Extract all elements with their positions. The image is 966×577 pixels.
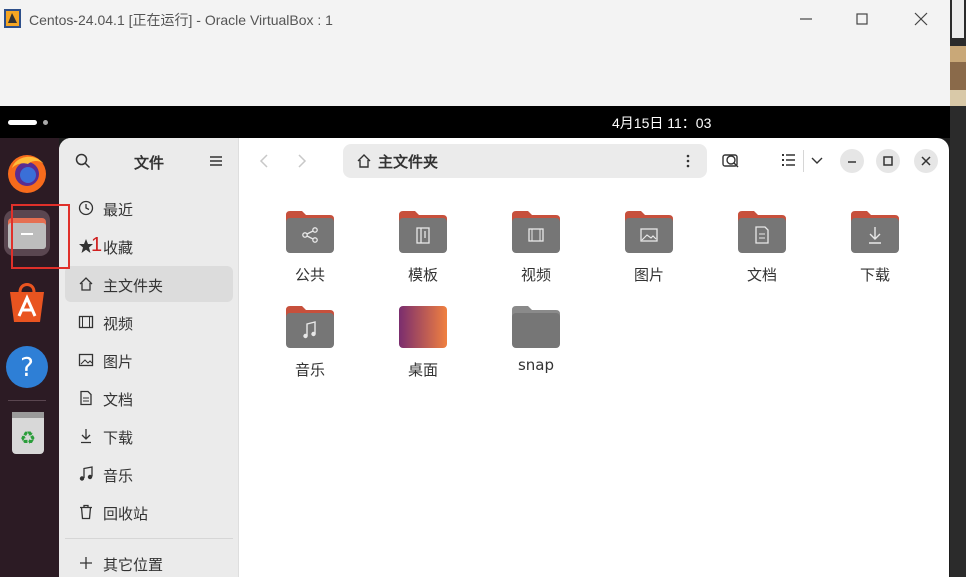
download-icon xyxy=(81,429,91,444)
folder-label: 下载 xyxy=(859,266,890,284)
trash-icon: ♻ xyxy=(12,412,44,454)
search-files-icon[interactable] xyxy=(721,150,741,170)
sidebar: 文件 最近 收藏 主文件夹 视频 图片 文档 下载 音乐 回收站 其它位置 xyxy=(59,138,239,577)
back-icon[interactable] xyxy=(257,152,271,170)
sidebar-item-pictures[interactable]: 图片 xyxy=(65,342,233,378)
folder-template-icon xyxy=(399,211,447,253)
close-icon xyxy=(921,156,931,166)
sidebar-item-label: 视频 xyxy=(103,315,134,333)
folder-label: 音乐 xyxy=(294,361,325,379)
folder-video-icon xyxy=(512,211,560,253)
folder-document-icon xyxy=(738,211,786,253)
sidebar-item-label: 其它位置 xyxy=(103,556,164,574)
list-view-icon[interactable] xyxy=(779,150,799,170)
sidebar-item-label: 图片 xyxy=(103,353,134,371)
folder-download-icon xyxy=(851,211,899,253)
files-window: 文件 最近 收藏 主文件夹 视频 图片 文档 下载 音乐 回收站 其它位置 主文… xyxy=(59,138,949,577)
close-button[interactable] xyxy=(914,149,938,173)
more-options-icon[interactable] xyxy=(685,154,691,168)
help-icon: ? xyxy=(6,346,48,388)
folder-item-music[interactable]: 音乐 xyxy=(265,279,355,379)
folder-desktop-icon xyxy=(399,306,447,348)
virtualbox-titlebar: Centos-24.04.1 [正在运行] - Oracle VirtualBo… xyxy=(0,0,950,38)
path-bar[interactable]: 主文件夹 xyxy=(343,144,707,178)
app-center-icon xyxy=(10,283,44,322)
home-icon xyxy=(357,154,371,168)
folder-item-pictures[interactable]: 图片 xyxy=(604,184,694,284)
window-title: Centos-24.04.1 [正在运行] - Oracle VirtualBo… xyxy=(29,12,333,28)
sidebar-item-documents[interactable]: 文档 xyxy=(65,380,233,416)
svg-text:♻: ♻ xyxy=(20,428,36,449)
minimize-button[interactable] xyxy=(840,149,864,173)
folder-item-videos[interactable]: 视频 xyxy=(491,184,581,284)
firefox-icon xyxy=(8,155,46,193)
folder-image-icon xyxy=(625,211,673,253)
folder-label: 文档 xyxy=(746,266,777,284)
sidebar-item-label: 音乐 xyxy=(103,467,134,485)
file-grid: 公共 模板 视频 图片 文档 下载 音乐 桌面 snap xyxy=(240,184,949,577)
folder-label: snap xyxy=(517,356,555,374)
folder-item-downloads[interactable]: 下载 xyxy=(830,184,920,284)
sidebar-item-trash[interactable]: 回收站 xyxy=(65,494,233,530)
trash-icon xyxy=(80,504,92,520)
sidebar-item-label: 回收站 xyxy=(103,505,149,523)
sidebar-item-label: 主文件夹 xyxy=(103,277,164,295)
document-icon xyxy=(80,390,92,406)
plus-icon xyxy=(80,557,92,569)
virtualbox-menubar xyxy=(0,38,950,106)
folder-label: 桌面 xyxy=(407,361,438,379)
folder-share-icon xyxy=(286,211,334,253)
sidebar-item-home[interactable]: 主文件夹 xyxy=(65,266,233,302)
sidebar-item-label: 收藏 xyxy=(103,239,134,257)
sidebar-item-other-locations[interactable]: 其它位置 xyxy=(65,545,233,577)
dock-item-firefox[interactable] xyxy=(4,150,50,196)
annotation-highlight-box xyxy=(11,204,70,269)
path-label: 主文件夹 xyxy=(378,153,439,171)
dock-item-trash[interactable]: ♻ xyxy=(4,408,50,454)
dock-item-help[interactable]: ? xyxy=(4,344,50,390)
dock-separator xyxy=(8,400,46,401)
svg-text:?: ? xyxy=(20,353,34,383)
chevron-down-icon[interactable] xyxy=(807,150,827,170)
minimize-icon xyxy=(848,161,856,163)
minimize-icon[interactable] xyxy=(796,9,816,29)
image-icon xyxy=(78,353,94,367)
sidebar-item-label: 下载 xyxy=(103,429,134,447)
annotation-number: 1 xyxy=(91,234,103,256)
video-icon xyxy=(78,315,94,329)
forward-icon[interactable] xyxy=(295,152,309,170)
home-icon xyxy=(79,277,93,291)
activities-indicator[interactable] xyxy=(8,120,37,125)
virtualbox-app-icon xyxy=(4,9,21,28)
folder-item-documents[interactable]: 文档 xyxy=(717,184,807,284)
sidebar-divider xyxy=(65,538,233,539)
folder-item-templates[interactable]: 模板 xyxy=(378,184,468,284)
maximize-icon[interactable] xyxy=(852,9,872,29)
clock-icon xyxy=(78,200,94,216)
ubuntu-topbar xyxy=(0,106,950,138)
folder-item-desktop[interactable]: 桌面 xyxy=(378,279,468,379)
dock-item-app-center[interactable] xyxy=(4,278,50,324)
close-icon[interactable] xyxy=(911,9,931,29)
sidebar-item-downloads[interactable]: 下载 xyxy=(65,418,233,454)
folder-music-icon xyxy=(286,306,334,348)
sidebar-item-videos[interactable]: 视频 xyxy=(65,304,233,340)
folder-item-public[interactable]: 公共 xyxy=(265,184,355,284)
folder-item-snap[interactable]: snap xyxy=(491,279,581,374)
sidebar-item-music[interactable]: 音乐 xyxy=(65,456,233,492)
hamburger-menu-icon[interactable] xyxy=(209,154,223,168)
maximize-icon xyxy=(883,156,893,166)
folder-icon xyxy=(512,306,560,348)
sidebar-item-recent[interactable]: 最近 xyxy=(65,190,233,226)
maximize-button[interactable] xyxy=(876,149,900,173)
folder-label: 图片 xyxy=(633,266,664,284)
clock[interactable]: 4月15日 11：03 xyxy=(612,113,711,133)
sidebar-item-label: 最近 xyxy=(103,201,134,219)
toolbar-separator xyxy=(803,150,804,172)
sidebar-item-label: 文档 xyxy=(103,391,134,409)
workspace-dot xyxy=(43,120,48,125)
header-bar: 主文件夹 xyxy=(240,138,949,184)
music-icon xyxy=(79,466,93,481)
host-background xyxy=(950,0,966,577)
